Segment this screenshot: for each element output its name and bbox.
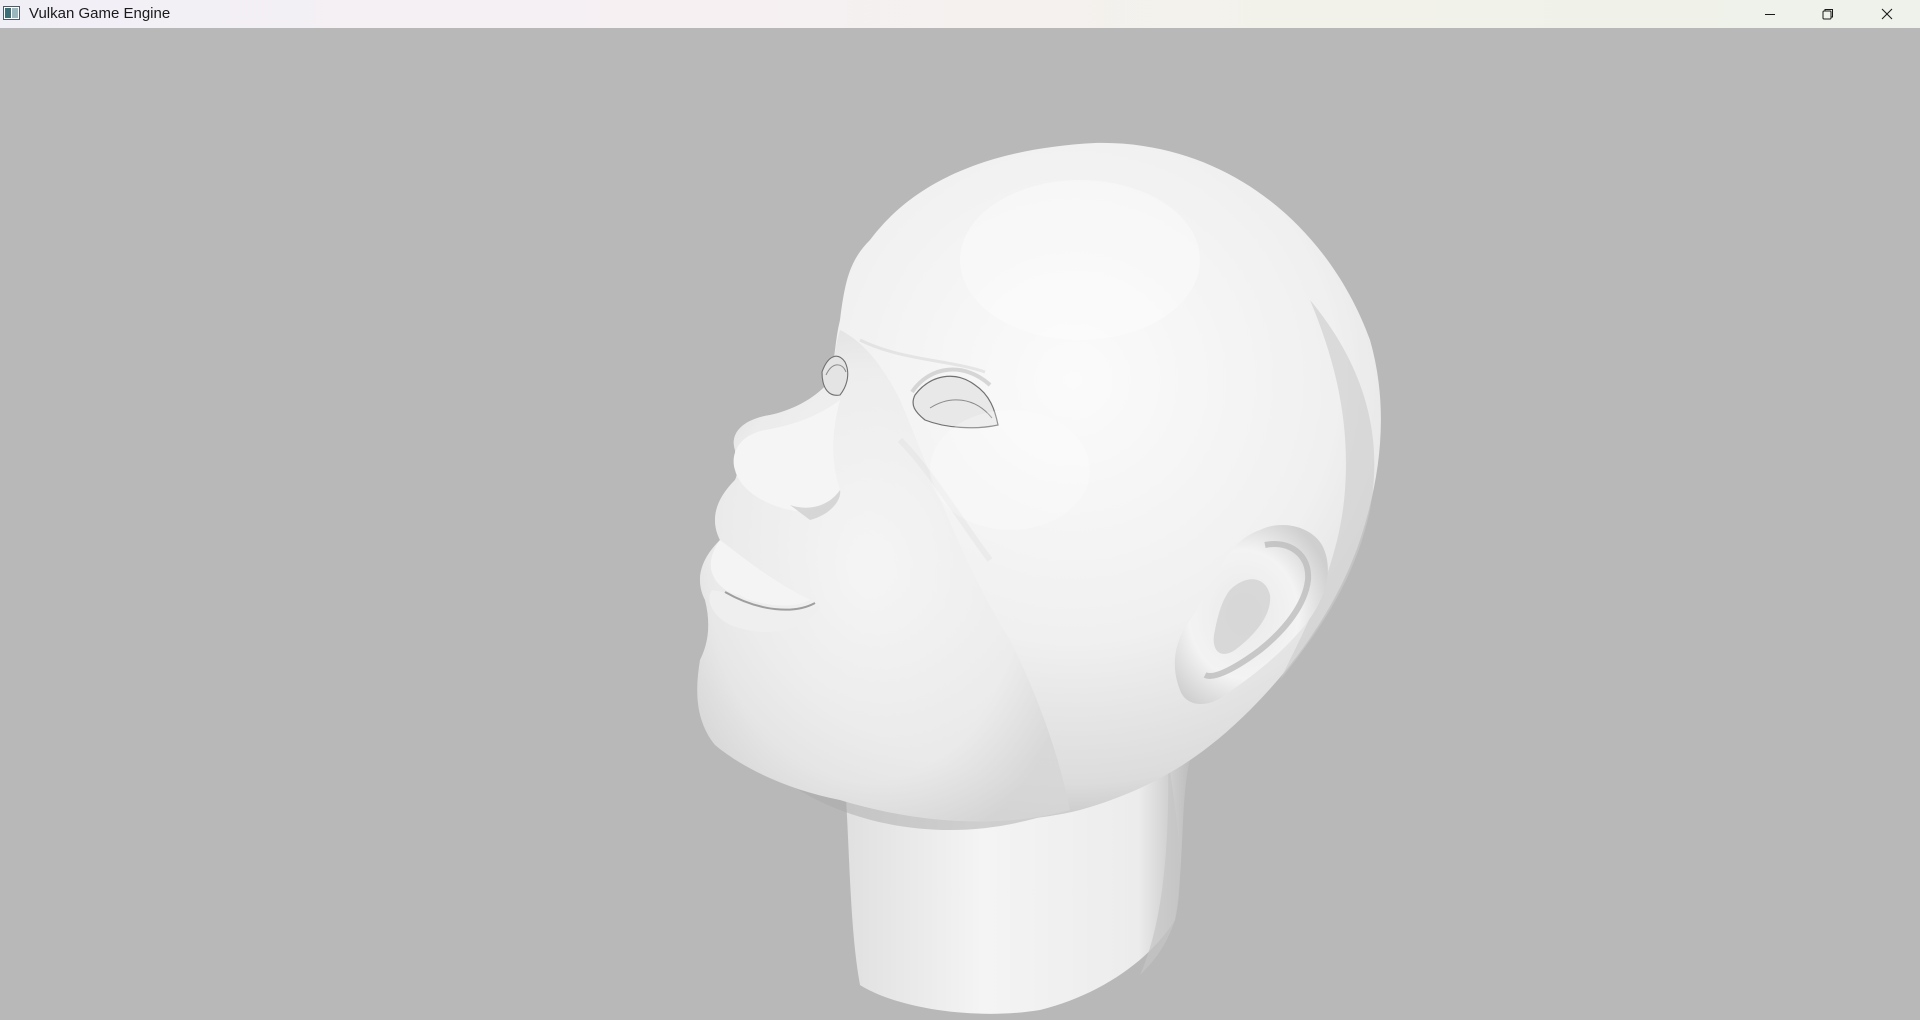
minimize-icon bbox=[1765, 14, 1775, 15]
minimize-button[interactable] bbox=[1741, 0, 1799, 28]
restore-button[interactable] bbox=[1799, 0, 1857, 28]
app-icon bbox=[3, 6, 20, 20]
title-bar[interactable]: Vulkan Game Engine bbox=[0, 0, 1920, 28]
left-eye bbox=[821, 355, 849, 396]
close-icon bbox=[1881, 8, 1893, 20]
close-button[interactable] bbox=[1858, 0, 1916, 28]
render-viewport[interactable] bbox=[0, 28, 1920, 1020]
restore-icon bbox=[1822, 9, 1833, 20]
window-title: Vulkan Game Engine bbox=[29, 5, 171, 22]
app-window: Vulkan Game Engine bbox=[0, 0, 1920, 1020]
head-mesh bbox=[697, 142, 1381, 1014]
